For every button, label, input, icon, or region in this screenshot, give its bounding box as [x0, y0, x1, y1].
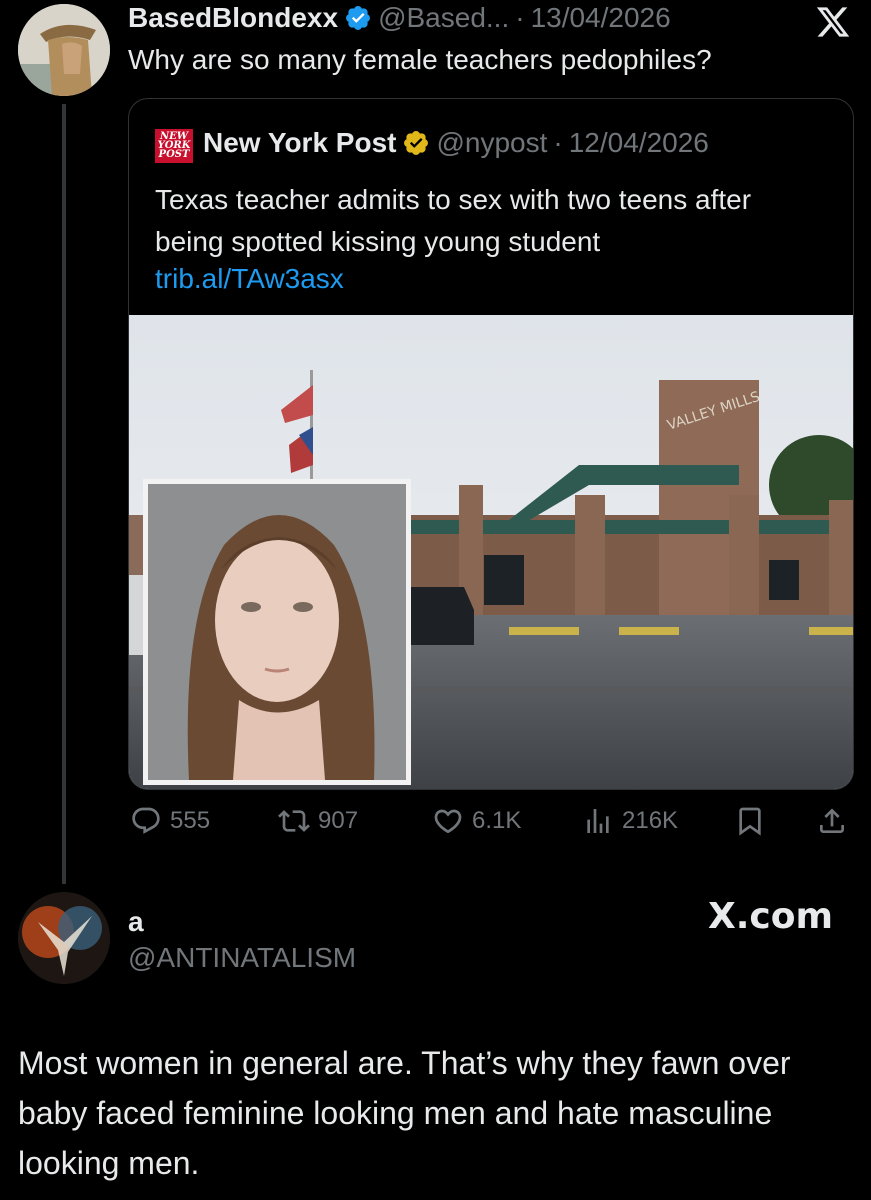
quote-handle[interactable]: @nypost [436, 127, 547, 159]
views-count: 216K [622, 807, 679, 834]
reply-handle[interactable]: @ANTINATALISM [128, 942, 356, 974]
tweet-text: Why are so many female teachers pedophil… [128, 44, 712, 75]
x-logo-icon[interactable] [815, 4, 851, 40]
author-handle[interactable]: @Based... [378, 2, 509, 34]
repost-button[interactable]: 907 [278, 805, 358, 837]
views-icon [587, 809, 609, 833]
bookmark-icon [739, 807, 761, 836]
repost-icon [278, 810, 310, 832]
reply-avatar[interactable] [18, 892, 110, 984]
quote-link[interactable]: trib.al/TAw3asx [155, 263, 344, 295]
quote-header: New York Post @nypost · 12/04/2026 [203, 127, 709, 159]
reply-count: 555 [170, 807, 211, 834]
quoted-tweet[interactable]: NEW YORK POST New York Post @nypost · 12/0… [128, 98, 854, 790]
share-button[interactable] [816, 805, 848, 837]
views-button[interactable]: 216K [582, 805, 678, 837]
gold-verified-badge-icon [404, 131, 429, 155]
author-name[interactable]: BasedBlondexx [128, 2, 338, 34]
nyp-logo: NEW YORK POST [155, 129, 193, 163]
quote-text: Texas teacher admits to sex with two tee… [155, 184, 752, 257]
repost-count: 907 [318, 807, 359, 834]
like-icon [434, 809, 462, 834]
like-button[interactable]: 6.1K [432, 805, 521, 837]
author-avatar[interactable] [18, 4, 110, 96]
separator: · [515, 2, 525, 33]
tweet-header: BasedBlondexx @Based... · 13/04/2026 [128, 2, 671, 34]
verified-badge-icon [346, 6, 371, 30]
xcom-watermark: X.com [707, 896, 833, 937]
separator: · [553, 127, 563, 158]
share-icon [820, 808, 844, 833]
reply-text: Most women in general are. That’s why th… [18, 1045, 791, 1181]
news-photo[interactable]: VALLEY MILLS [129, 315, 853, 789]
quote-date[interactable]: 12/04/2026 [569, 127, 709, 159]
bookmark-button[interactable] [734, 805, 766, 837]
reply-button[interactable]: 555 [130, 805, 210, 837]
thread-line [62, 104, 66, 884]
reply-author-name[interactable]: a [128, 906, 144, 938]
tweet-date[interactable]: 13/04/2026 [531, 2, 671, 34]
action-bar: 555 907 6.1K 216K [130, 805, 852, 845]
quote-author-name[interactable]: New York Post [203, 127, 396, 159]
like-count: 6.1K [472, 807, 522, 834]
reply-icon [132, 807, 160, 834]
